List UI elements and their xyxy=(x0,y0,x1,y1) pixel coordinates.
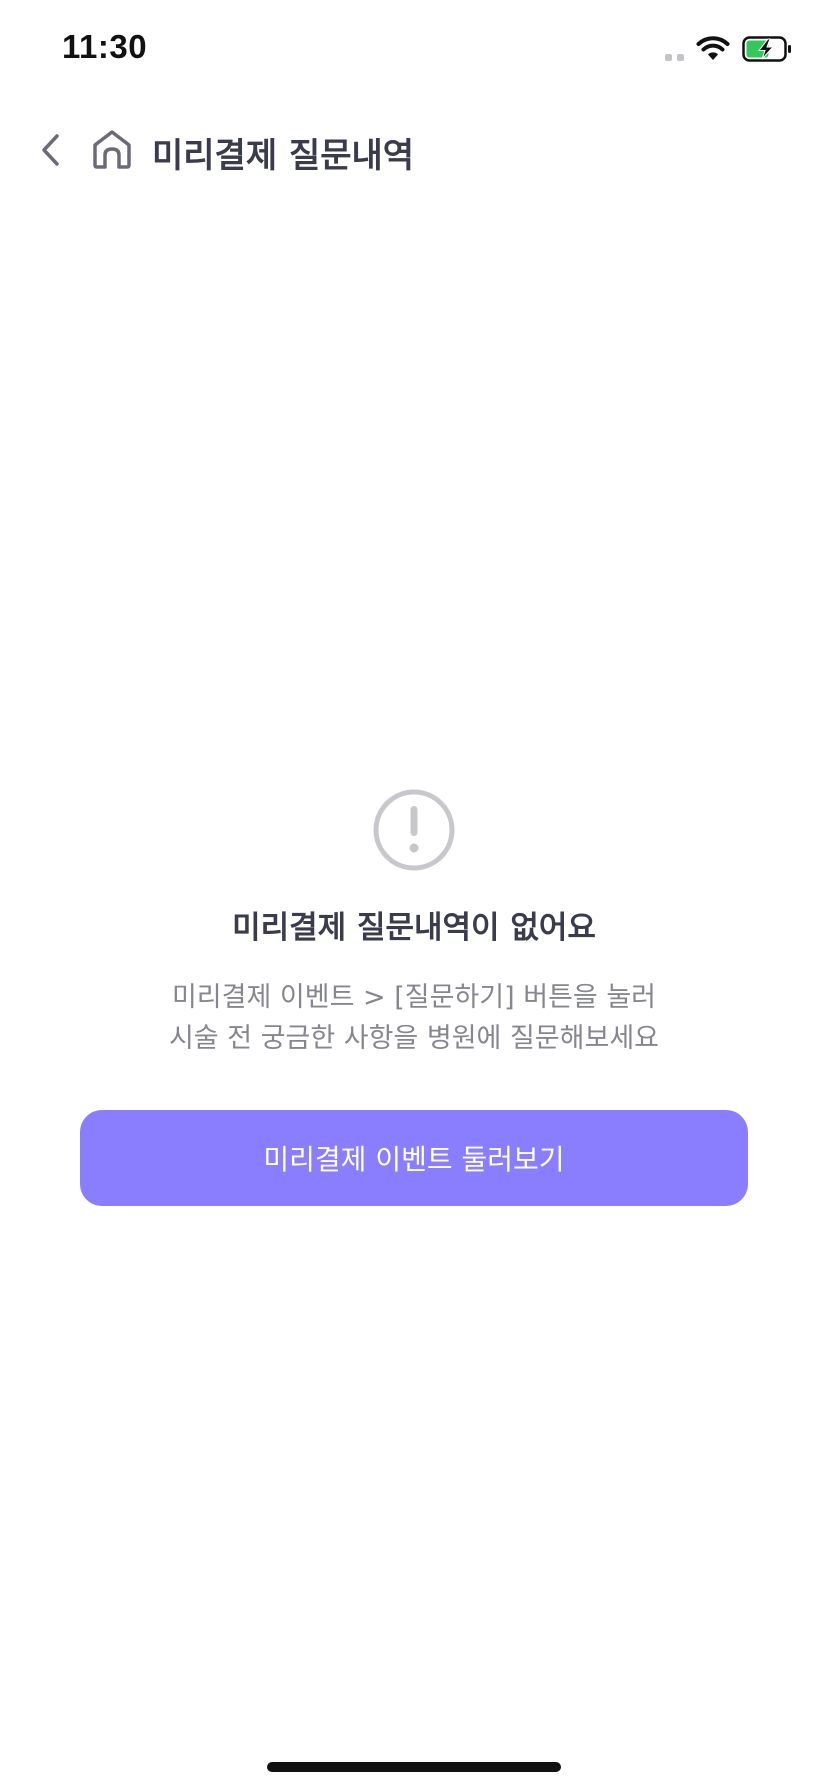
wifi-icon xyxy=(696,36,730,60)
home-button[interactable] xyxy=(88,122,136,176)
status-icons xyxy=(665,36,792,62)
empty-title: 미리결제 질문내역이 없어요 xyxy=(232,910,596,946)
empty-description-line1: 미리결제 이벤트 > [질문하기] 버튼을 눌러 xyxy=(171,982,657,1013)
chevron-left-icon xyxy=(42,134,59,166)
browse-events-button[interactable]: 미리결제 이벤트 둘러보기 xyxy=(80,1110,748,1206)
status-bar: 11:30 xyxy=(0,0,828,100)
battery-charging-icon xyxy=(742,36,791,62)
empty-state: 미리결제 질문내역이 없어요 미리결제 이벤트 > [질문하기] 버튼을 눌러 … xyxy=(0,788,828,1059)
back-button[interactable] xyxy=(28,124,72,176)
home-icon xyxy=(93,130,131,169)
empty-description: 미리결제 이벤트 > [질문하기] 버튼을 눌러 시술 전 궁금한 사항을 병원… xyxy=(0,977,828,1059)
signal-icon xyxy=(665,37,684,61)
empty-description-line2: 시술 전 궁금한 사항을 병원에 질문해보세요 xyxy=(168,1023,660,1054)
exclamation-circle-icon xyxy=(373,789,455,871)
status-time: 11:30 xyxy=(62,28,148,65)
header: 미리결제 질문내역 xyxy=(0,118,828,182)
home-indicator xyxy=(267,1762,561,1772)
page-title: 미리결제 질문내역 xyxy=(152,136,415,176)
